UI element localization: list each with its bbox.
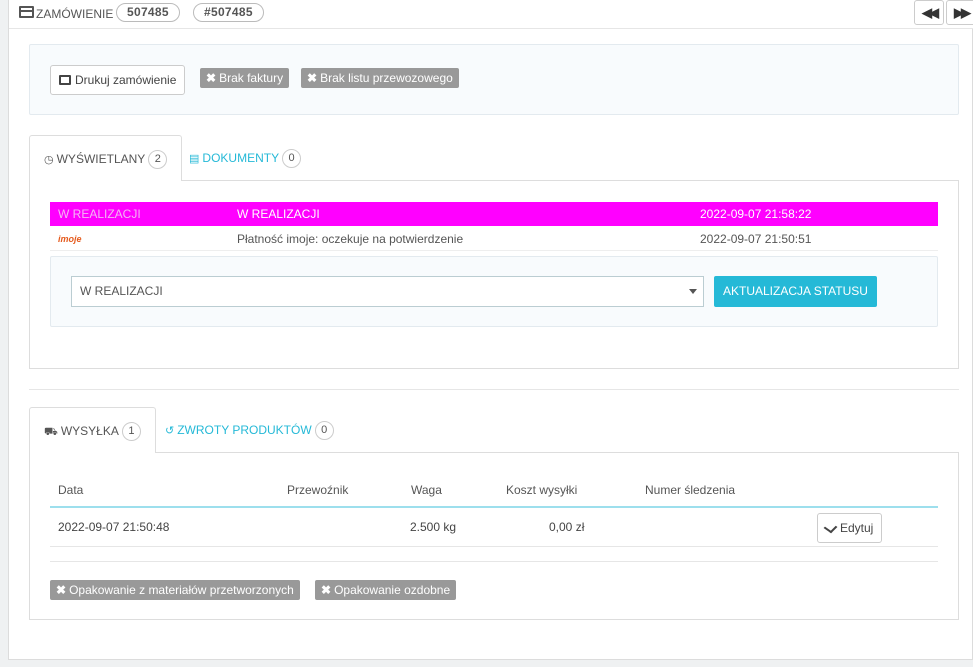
column-header-date: Data	[58, 483, 84, 497]
shipping-panel: Data Przewoźnik Waga Koszt wysyłki Numer…	[29, 453, 959, 620]
history-tabs: ◷ WYŚWIETLANY 2 ▤ DOKUMENTY 0	[29, 135, 959, 182]
times-icon: ✖	[56, 583, 67, 597]
next-order-button[interactable]: ▶▶	[946, 0, 973, 25]
print-order-label: Drukuj zamówienie	[75, 73, 177, 87]
shipping-cost: 0,00 zł	[549, 520, 585, 534]
times-icon: ✖	[307, 71, 318, 85]
update-status-button[interactable]: AKTUALIZACJA STATUSU	[714, 276, 877, 307]
order-id-badge: 507485	[116, 3, 180, 22]
imoje-logo: imoje	[58, 234, 82, 244]
forward-icon: ▶▶	[954, 5, 971, 20]
shipping-tabs: ⛟ WYSYŁKA 1 ↺ ZWROTY PRODUKTÓW 0	[29, 407, 959, 454]
column-header-cost: Koszt wysyłki	[506, 483, 578, 497]
times-icon: ✖	[321, 583, 332, 597]
no-delivery-slip-label: Brak listu przewozowego	[320, 71, 453, 85]
column-header-weight: Waga	[411, 483, 442, 497]
column-header-tracking: Numer śledzenia	[645, 483, 736, 497]
recycled-packaging-label: Opakowanie z materiałów przetworzonych	[69, 583, 294, 597]
history-row: W REALIZACJI W REALIZACJI 2022-09-07 21:…	[50, 202, 938, 226]
tab-documents-count: 0	[282, 149, 302, 168]
order-actions-well: Drukuj zamówienie ✖ Brak faktury ✖ Brak li…	[29, 44, 959, 115]
order-ref-badge: #507485	[193, 3, 264, 22]
tab-history-label: WYŚWIETLANY	[56, 152, 146, 166]
recycled-packaging-tag: ✖ Opakowanie z materiałów przetworzonych	[50, 580, 300, 600]
history-panel: W REALIZACJI W REALIZACJI 2022-09-07 21:…	[29, 181, 959, 369]
history-status: W REALIZACJI	[237, 207, 320, 221]
tab-returns-label: ZWROTY PRODUKTÓW	[177, 423, 312, 437]
tab-documents-label: DOKUMENTY	[202, 151, 280, 165]
no-invoice-tag: ✖ Brak faktury	[200, 68, 290, 88]
history-date: 2022-09-07 21:58:22	[700, 207, 812, 221]
edit-shipping-button[interactable]: Edytuj	[817, 513, 883, 543]
status-image-alt: W REALIZACJI	[58, 207, 141, 221]
history-status: Płatność imoje: oczekuje na potwierdzeni…	[237, 232, 464, 246]
backward-icon: ◀◀	[922, 5, 939, 20]
truck-icon: ⛟	[44, 426, 58, 438]
tab-shipping[interactable]: ⛟ WYSYŁKA 1	[29, 407, 156, 454]
tab-history[interactable]: ◷ WYŚWIETLANY 2	[29, 135, 183, 182]
times-icon: ✖	[206, 71, 217, 85]
order-panel: ZAMÓWIENIE 507485 #507485 ◀◀ ▶▶ Drukuj z…	[8, 0, 973, 660]
tab-shipping-count: 1	[121, 422, 141, 441]
print-order-button[interactable]: Drukuj zamówienie	[50, 65, 186, 95]
no-invoice-label: Brak faktury	[219, 71, 284, 85]
undo-icon: ↺	[165, 425, 175, 437]
pencil-icon	[823, 521, 838, 534]
shipping-date: 2022-09-07 21:50:48	[58, 520, 170, 534]
file-icon: ▤	[189, 153, 200, 165]
tab-shipping-label: WYSYŁKA	[60, 424, 119, 438]
gift-wrapping-label: Opakowanie ozdobne	[334, 583, 451, 597]
tab-returns-count: 0	[314, 421, 334, 440]
previous-order-button[interactable]: ◀◀	[914, 0, 944, 25]
no-delivery-slip-tag: ✖ Brak listu przewozowego	[301, 68, 459, 88]
table-header-line	[50, 506, 938, 508]
print-icon	[59, 75, 71, 85]
column-header-carrier: Przewoźnik	[287, 483, 349, 497]
table-row-line	[50, 546, 938, 547]
chevron-down-icon	[689, 289, 697, 294]
history-row: imoje Płatność imoje: oczekuje na potwie…	[50, 227, 938, 251]
clock-icon: ◷	[44, 154, 54, 166]
order-status-select[interactable]: W REALIZACJI	[71, 276, 704, 307]
edit-shipping-label: Edytuj	[840, 521, 874, 535]
tab-documents[interactable]: ▤ DOKUMENTY 0	[175, 135, 315, 182]
section-divider	[29, 389, 959, 390]
history-date: 2022-09-07 21:50:51	[700, 232, 812, 246]
order-status-selected: W REALIZACJI	[80, 284, 163, 298]
credit-card-icon	[19, 6, 34, 18]
section-separator	[50, 561, 938, 562]
gift-wrapping-tag: ✖ Opakowanie ozdobne	[315, 580, 457, 600]
status-update-form: W REALIZACJI AKTUALIZACJA STATUSU	[50, 256, 938, 327]
tab-returns[interactable]: ↺ ZWROTY PRODUKTÓW 0	[151, 407, 348, 454]
tab-history-count: 2	[148, 150, 168, 169]
panel-header: ZAMÓWIENIE 507485 #507485 ◀◀ ▶▶	[9, 0, 973, 29]
page-title: ZAMÓWIENIE	[36, 7, 114, 21]
shipping-weight: 2.500 kg	[410, 520, 457, 534]
